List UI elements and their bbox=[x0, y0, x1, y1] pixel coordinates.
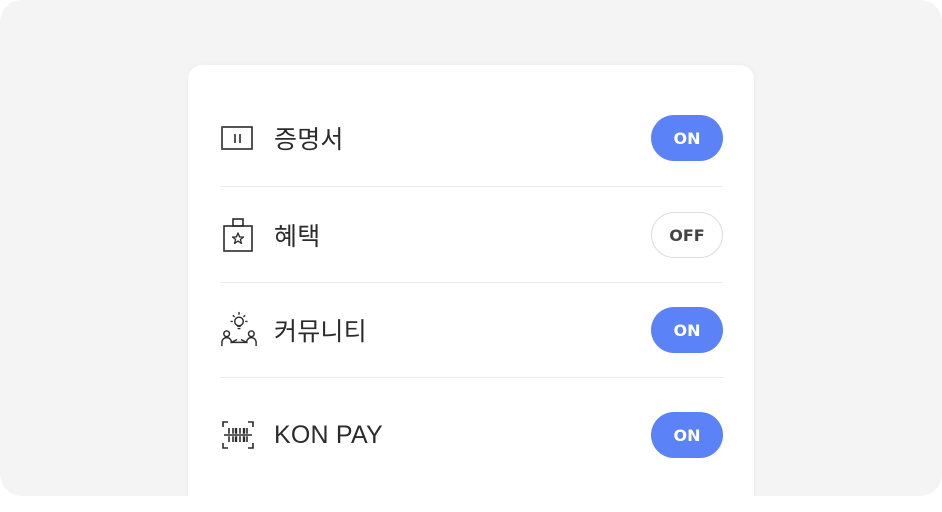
community-people-idea-icon bbox=[220, 311, 258, 349]
konpay-label: KON PAY bbox=[274, 420, 383, 449]
benefits-toggle[interactable]: OFF bbox=[651, 212, 723, 258]
shopping-bag-star-icon bbox=[220, 216, 258, 254]
konpay-toggle[interactable]: ON bbox=[651, 412, 723, 458]
settings-card: 증명서 ON 혜택 OFF 커뮤니티 ON KON PAY ON bbox=[188, 65, 754, 496]
settings-row-community: 커뮤니티 ON bbox=[220, 282, 723, 378]
certificate-label: 증명서 bbox=[274, 126, 344, 154]
settings-row-konpay: KON PAY ON bbox=[220, 387, 723, 483]
app-frame: 증명서 ON 혜택 OFF 커뮤니티 ON KON PAY ON bbox=[0, 0, 942, 496]
settings-row-benefits: 혜택 OFF bbox=[220, 187, 723, 283]
settings-row-certificate: 증명서 ON bbox=[220, 90, 723, 186]
community-toggle[interactable]: ON bbox=[651, 307, 723, 353]
community-label: 커뮤니티 bbox=[274, 318, 367, 346]
barcode-scan-icon bbox=[220, 416, 258, 454]
divider bbox=[220, 377, 723, 378]
certificate-icon bbox=[220, 119, 258, 157]
benefits-label: 혜택 bbox=[274, 223, 321, 251]
certificate-toggle[interactable]: ON bbox=[651, 115, 723, 161]
